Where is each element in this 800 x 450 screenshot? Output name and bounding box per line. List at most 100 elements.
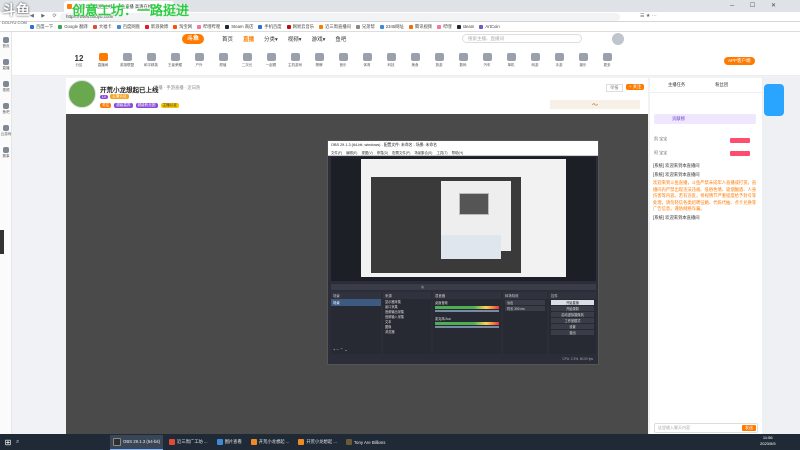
nav-icon-1[interactable]: 直播间 — [91, 53, 115, 68]
nav-icon-8[interactable]: 一起看 — [259, 53, 283, 68]
bookmark[interactable]: 网易云音乐 — [286, 24, 314, 30]
contribution-rank-header[interactable]: 贡献榜 — [654, 114, 756, 124]
taskbar-app[interactable]: Tony Are Billions — [343, 435, 389, 449]
nav-icon-17[interactable]: 汽车 — [475, 53, 499, 68]
super-guest-badge[interactable]: 超级嘉宾 — [114, 103, 133, 108]
obs-menu-item[interactable]: 停靠(D) — [377, 150, 389, 155]
start-icon[interactable]: ⊞ — [0, 438, 16, 447]
bookmark[interactable]: 手机百度 — [258, 24, 282, 30]
transition-duration[interactable]: 时长 300 ms — [505, 306, 545, 311]
nav-live[interactable]: 直播 — [243, 35, 254, 43]
bookmark[interactable]: 2345网址 — [379, 24, 404, 30]
obs-scene-controls[interactable]: + − ⌃ ⌄ — [333, 347, 348, 352]
nav-icon-6[interactable]: 颜值 — [211, 53, 235, 68]
sidebar-item-video[interactable]: 视频 — [0, 76, 12, 98]
obs-scene-item[interactable]: 场景 — [331, 299, 381, 306]
rank-item[interactable]: 阿 宝宝 — [654, 150, 667, 156]
nav-icon-12[interactable]: 体育 — [355, 53, 379, 68]
bookmark[interactable]: 新浪微博 — [144, 24, 168, 30]
bookmark[interactable]: 哔哩 — [437, 24, 452, 30]
follow-count-badge[interactable]: 关注 — [100, 103, 112, 108]
virtual-camera-button[interactable]: 启动虚拟摄像机 — [551, 312, 594, 317]
exit-button[interactable]: 退出 — [551, 330, 594, 335]
follow-button[interactable]: + 关注 — [626, 84, 645, 90]
nav-icon-fenqu[interactable]: 12 分区 — [67, 54, 91, 68]
window-controls[interactable]: ─ ☐ ✕ — [730, 2, 783, 9]
bookmark[interactable]: 兄弟帮 — [355, 24, 375, 30]
sidebar-item-cloudgame[interactable]: 云游戏 — [0, 120, 12, 142]
obs-menu-item[interactable]: 文件(F) — [331, 150, 342, 155]
user-avatar[interactable] — [612, 33, 624, 45]
nav-icon-4[interactable]: 王者荣耀 — [163, 53, 187, 68]
obs-menu-item[interactable]: 工具(T) — [436, 150, 447, 155]
start-streaming-button[interactable]: 开始直播 — [551, 300, 594, 305]
streamer-avatar[interactable] — [68, 80, 96, 108]
collapse-handle[interactable] — [0, 230, 4, 254]
start-recording-button[interactable]: 开始录制 — [551, 306, 594, 311]
settings-button[interactable]: 设置 — [551, 324, 594, 329]
taskbar-app[interactable]: 图片查看 — [214, 435, 245, 449]
nav-yuba[interactable]: 鱼吧 — [335, 35, 346, 43]
nav-icon-21[interactable]: 娱乐 — [571, 53, 595, 68]
tab-streamer-task[interactable]: 主播任务 — [668, 82, 685, 88]
nav-icon-3[interactable]: 和平精英 — [139, 53, 163, 68]
obs-preview[interactable] — [331, 157, 596, 281]
sidebar-item-live[interactable]: 直播 — [0, 54, 12, 76]
obs-menu-item[interactable]: 编辑(E) — [346, 150, 357, 155]
bookmark[interactable]: 腾讯视频 — [408, 24, 432, 30]
nav-icon-15[interactable]: 旅游 — [427, 53, 451, 68]
bookmark[interactable]: 百度网盘 — [116, 24, 140, 30]
nav-game[interactable]: 游戏▾ — [312, 35, 326, 43]
nav-icon-13[interactable]: 科技 — [379, 53, 403, 68]
tab-fan-club[interactable]: 粉丝团 — [715, 82, 728, 88]
studio-mode-button[interactable]: 工作室模式 — [551, 318, 594, 323]
search-input[interactable]: 搜索主播、直播间 — [462, 34, 582, 43]
app-download-button[interactable]: APP客户端 — [724, 57, 755, 65]
nav-icon-20[interactable]: 手游 — [547, 53, 571, 68]
nav-icon-7[interactable]: 二次元 — [235, 53, 259, 68]
obs-menu-item[interactable]: 视图(V) — [361, 150, 372, 155]
verified-badge[interactable]: 主播认证 — [160, 103, 179, 108]
nav-icon-19[interactable]: 网游 — [523, 53, 547, 68]
volume-slider[interactable] — [435, 326, 499, 328]
volume-slider[interactable] — [435, 310, 499, 312]
transition-select[interactable]: 淡出 — [505, 300, 545, 305]
sidebar-item-home[interactable]: 首页 — [0, 32, 12, 54]
obs-source-item[interactable]: 浏览器 — [383, 329, 431, 334]
taskbar-app[interactable]: 开荒小龙想起 ... — [295, 435, 340, 449]
taskbar-app[interactable]: 开荒小龙想起 ... — [248, 435, 293, 449]
nav-icon-11[interactable]: 音乐 — [331, 53, 355, 68]
nav-icon-5[interactable]: 户外 — [187, 53, 211, 68]
nav-icon-22[interactable]: 更多 — [595, 53, 619, 68]
fan-group-badge[interactable]: 超级粉丝团 — [135, 103, 158, 108]
extensions-icon[interactable]: ☰ ★ ⋯ — [640, 13, 657, 19]
taskbar-app[interactable]: 近三周广工坊 ... — [166, 435, 211, 449]
report-button[interactable]: 举报 — [606, 84, 623, 92]
nav-home[interactable]: 首页 — [222, 35, 233, 43]
sidebar-item-events[interactable]: 赛事 — [0, 142, 12, 164]
bookmark[interactable]: 大福卡 — [92, 24, 112, 30]
sidebar-item-yuba[interactable]: 鱼吧 — [0, 98, 12, 120]
nav-category[interactable]: 分类▾ — [264, 35, 278, 43]
bookmark[interactable]: Google 翻译 — [58, 24, 88, 30]
bookmark[interactable]: steam — [456, 24, 474, 29]
send-button[interactable]: 发送 — [742, 425, 756, 431]
nav-icon-2[interactable]: 英雄联盟 — [115, 53, 139, 68]
nav-video[interactable]: 视频▾ — [288, 35, 302, 43]
bookmark[interactable]: 淘宝网 — [173, 24, 192, 30]
obs-menu-item[interactable]: 场景集合(S) — [414, 150, 432, 155]
bookmark[interactable]: Steam 商店 — [225, 24, 253, 30]
taskbar-app[interactable]: OBS 29.1.3 (64-bit) — [110, 434, 164, 450]
site-logo[interactable]: 斗鱼 — [182, 34, 204, 44]
nav-icon-18[interactable]: 单机 — [499, 53, 523, 68]
clock[interactable]: 11:56 2023/5/5 — [760, 435, 776, 447]
promo-mascot-icon[interactable] — [764, 84, 784, 116]
rank-item[interactable]: 凯 宝宝 — [654, 136, 667, 142]
obs-menu-item[interactable]: 配置文件(P) — [392, 150, 410, 155]
obs-menu-item[interactable]: 帮助(H) — [452, 150, 464, 155]
nav-icon-16[interactable]: 数码 — [451, 53, 475, 68]
nav-icon-9[interactable]: 主机游戏 — [283, 53, 307, 68]
bookmark[interactable]: 哔哩哔哩 — [197, 24, 220, 30]
obs-window[interactable]: OBS 29.1.3 (64-bit, windows) - 配置文件: 未命名… — [327, 140, 599, 365]
bookmark[interactable]: 近三周直播间 — [319, 24, 351, 30]
